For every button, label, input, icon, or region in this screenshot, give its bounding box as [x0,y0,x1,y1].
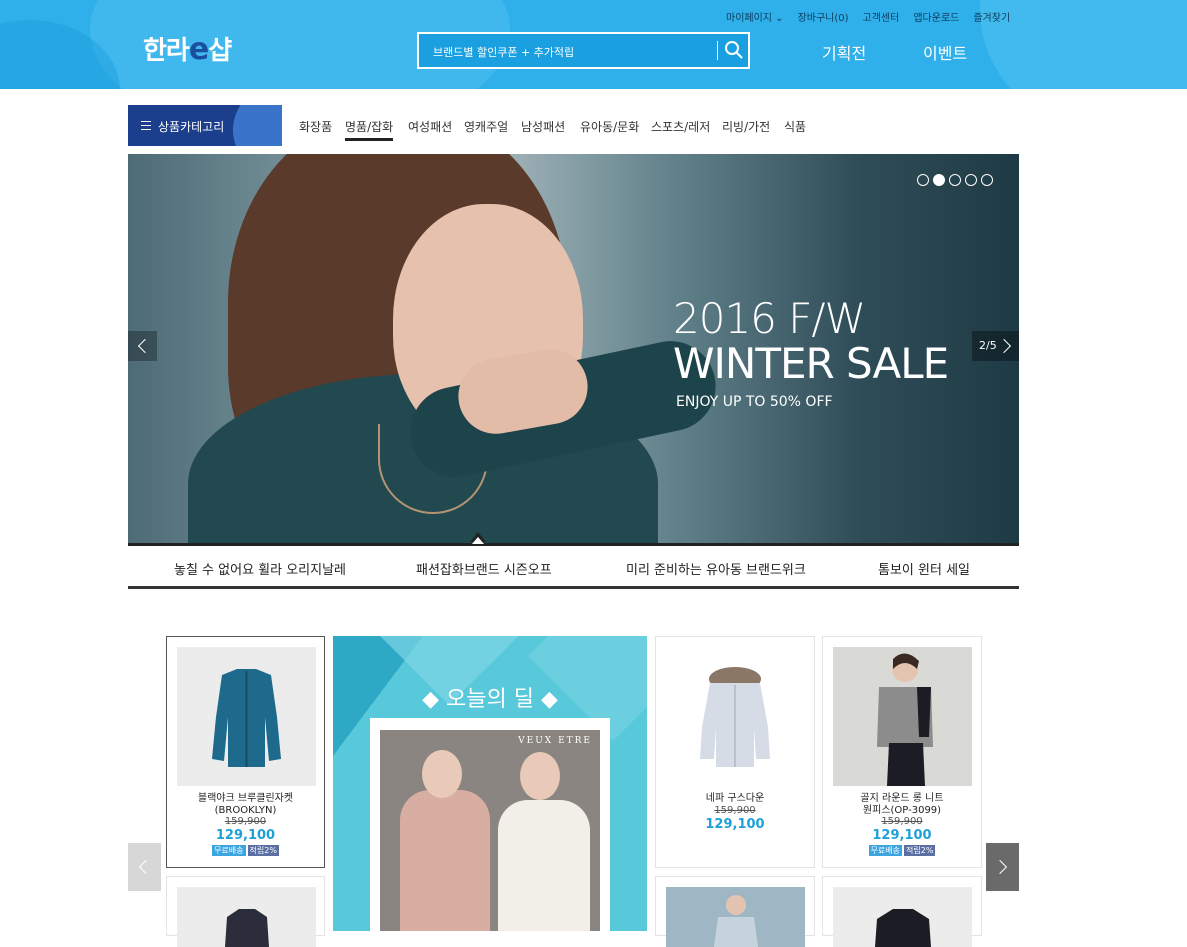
category-item-living[interactable]: 리빙/가전 [722,118,770,135]
product-original-price: 159,900 [224,816,267,827]
banner-headline-2: WINTER SALE [673,339,949,388]
search-input[interactable]: 브랜드별 할인쿠폰 + 추가적립 [433,44,574,60]
banner-dot[interactable] [965,174,977,186]
utility-links: 마이페이지 ⌄ 장바구니(0) 고객센터 앱다운로드 즐겨찾기 [726,9,1010,24]
category-item-young-casual[interactable]: 영캐주얼 [464,118,508,135]
search-icon[interactable] [722,38,746,62]
site-logo[interactable]: 한라e샵 [143,30,232,67]
product-card[interactable]: 골지 라운드 롱 니트 원피스(OP-3099) 159,900 129,100… [822,636,982,868]
free-shipping-badge: 무료배송 [212,845,246,856]
product-card[interactable] [655,876,815,947]
product-image [833,887,972,947]
product-image [666,647,805,786]
banner-dot-active[interactable] [933,174,945,186]
banner-tab[interactable]: 미리 준비하는 유아동 브랜드위크 [626,559,806,578]
product-image [177,887,316,947]
product-original-price: 159,900 [881,816,923,827]
product-card[interactable] [166,876,325,947]
header: 한라e샵 마이페이지 ⌄ 장바구니(0) 고객센터 앱다운로드 즐겨찾기 브랜드… [0,0,1187,89]
banner-subline: ENJOY UP TO 50% OFF [676,394,833,410]
nav-exhibition[interactable]: 기획전 [822,40,866,64]
category-item-kids[interactable]: 유아동/문화 [580,118,639,135]
product-image [833,647,972,786]
category-item-women[interactable]: 여성패션 [408,118,452,135]
chevron-right-icon [996,338,1012,354]
deal-title: ◆ 오늘의 딜 ◆ [422,687,558,712]
product-card[interactable] [822,876,982,947]
category-item-cosmetics[interactable]: 화장품 [299,118,332,135]
util-support-link[interactable]: 고객센터 [863,9,900,24]
point-badge: 적립2% [904,845,936,856]
banner-next-button[interactable]: 2/5 [972,331,1019,361]
util-cart-link[interactable]: 장바구니(0) [798,9,849,24]
category-item-luxury[interactable]: 명품/잡화 [345,118,394,141]
deal-brand: VEUX ETRE [518,736,592,746]
banner-headline-1: 2016 F/W [673,294,866,343]
util-app-download-link[interactable]: 앱다운로드 [913,9,959,24]
banner-dot[interactable] [981,174,993,186]
product-badges: 무료배송 적립2% [167,845,324,856]
products-prev-button[interactable] [128,843,161,891]
hamburger-icon [141,121,151,130]
category-item-sports[interactable]: 스포츠/레저 [651,118,710,135]
banner-counter: 2/5 [979,339,997,352]
category-item-food[interactable]: 식품 [784,118,806,135]
free-shipping-badge: 무료배송 [868,845,903,856]
chevron-left-icon [137,338,153,354]
products-next-button[interactable] [986,843,1019,891]
product-image [666,887,805,947]
banner-prev-button[interactable] [128,331,157,361]
product-image [177,647,316,786]
banner-tab[interactable]: 놓칠 수 없어요 휠라 오리지날레 [174,559,346,578]
product-sale-price: 129,100 [872,828,932,843]
deal-frame: VEUX ETRE [370,718,610,931]
category-item-men[interactable]: 남성패션 [521,118,565,135]
product-name: 블랙야크 브루클린자켓 [197,793,294,804]
util-mypage-link[interactable]: 마이페이지 ⌄ [726,9,784,24]
product-name: 골지 라운드 롱 니트 [860,793,944,804]
point-badge: 적립2% [247,845,279,856]
banner-dot[interactable] [949,174,961,186]
todays-deal[interactable]: ◆ 오늘의 딜 ◆ VEUX ETRE [333,636,647,931]
product-card[interactable]: 블랙야크 브루클린자켓 (BROOKLYN) 159,900 129,100 무… [166,636,325,868]
banner-pagination [917,174,993,186]
category-menu-button[interactable]: 상품카테고리 [128,105,282,146]
product-card[interactable]: 네파 구스다운 159,900 129,100 [655,636,815,868]
product-sale-price: 129,100 [705,817,765,832]
product-badges: 무료배송 적립2% [823,845,981,856]
banner-tab-active[interactable]: 패션잡화브랜드 시즌오프 [416,559,552,578]
chevron-right-icon [992,859,1008,875]
product-sale-price: 129,100 [215,828,276,843]
banner-dot[interactable] [917,174,929,186]
deal-image: VEUX ETRE [380,730,600,931]
banner-tab[interactable]: 톰보이 윈터 세일 [878,559,970,578]
search-box[interactable]: 브랜드별 할인쿠폰 + 추가적립 [417,32,750,69]
product-name: 네파 구스다운 [705,793,765,804]
banner-tabs: 놓칠 수 없어요 휠라 오리지날레 패션잡화브랜드 시즌오프 미리 준비하는 유… [128,532,1019,589]
search-divider [717,41,718,60]
chevron-left-icon [138,859,154,875]
product-original-price: 159,900 [714,805,756,816]
util-bookmark-link[interactable]: 즐겨찾기 [973,9,1010,24]
nav-event[interactable]: 이벤트 [923,40,967,64]
main-banner[interactable]: 2016 F/W WINTER SALE ENJOY UP TO 50% OFF… [128,154,1019,543]
